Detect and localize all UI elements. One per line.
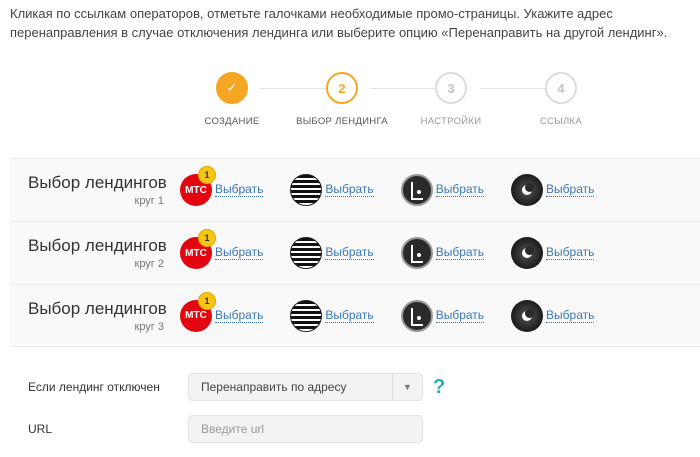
- round-subtitle: круг 3: [134, 320, 165, 333]
- redirect-select-value: Перенаправить по адресу: [201, 380, 347, 394]
- round-subtitle: круг 1: [134, 195, 165, 207]
- step-number: 2: [326, 72, 358, 104]
- select-link[interactable]: Выбрать: [546, 183, 595, 197]
- operator-beeline: Выбрать: [511, 174, 595, 206]
- operator-beeline: Выбрать: [511, 237, 595, 269]
- landing-rounds: Выбор лендингов круг 1 МТС 1 Выбрать Выб…: [10, 158, 700, 347]
- intro-text: Кликая по ссылкам операторов, отметьте г…: [10, 6, 668, 40]
- tele2-logo-icon: [400, 299, 433, 332]
- round-title: Выбор лендингов: [28, 236, 167, 255]
- step-label: СОЗДАНИЕ: [204, 116, 260, 127]
- beeline-logo-icon: [511, 237, 544, 269]
- select-link[interactable]: Выбрать: [546, 308, 595, 323]
- select-link[interactable]: Выбрать: [215, 183, 264, 197]
- round-title-block: Выбор лендингов круг 3: [10, 299, 180, 333]
- step-settings[interactable]: 3 НАСТРОЙКИ: [391, 72, 511, 127]
- mts-logo-text: МТС: [185, 247, 207, 259]
- count-badge: 1: [198, 229, 216, 247]
- select-link[interactable]: Выбрать: [325, 308, 374, 323]
- operator-tele2: Выбрать: [400, 174, 485, 206]
- url-input[interactable]: [188, 415, 423, 443]
- operator-mts: МТС 1 Выбрать: [180, 291, 264, 332]
- url-row: URL: [28, 415, 423, 443]
- disabled-landing-row: Если лендинг отключен Перенаправить по а…: [28, 373, 445, 401]
- help-icon[interactable]: ?: [433, 376, 445, 399]
- operator-striped: Выбрать: [290, 174, 374, 206]
- mts-logo-icon: МТС 1: [180, 166, 216, 206]
- step-label: ВЫБОР ЛЕНДИНГА: [296, 116, 388, 127]
- count-badge: 1: [198, 291, 216, 310]
- mts-logo-text: МТС: [185, 310, 207, 321]
- url-label: URL: [28, 422, 53, 436]
- round-title-block: Выбор лендингов круг 2: [10, 236, 180, 270]
- operator-striped: Выбрать: [290, 237, 374, 269]
- operator-tele2: Выбрать: [400, 237, 485, 269]
- checkmark-icon: ✓: [216, 72, 248, 104]
- operator-mts: МТС 1 Выбрать: [180, 229, 264, 269]
- select-link[interactable]: Выбрать: [435, 183, 485, 197]
- select-link[interactable]: Выбрать: [215, 246, 264, 260]
- step-label: ССЫЛКА: [539, 116, 583, 127]
- step-number: 4: [545, 72, 577, 104]
- round-row: Выбор лендингов круг 2 МТС 1 Выбрать Выб…: [10, 221, 700, 284]
- mts-logo-icon: МТС 1: [180, 291, 216, 332]
- step-creation[interactable]: ✓ СОЗДАНИЕ: [172, 72, 292, 127]
- beeline-logo-icon: [511, 174, 544, 206]
- beeline-logo-icon: [511, 299, 544, 332]
- step-link[interactable]: 4 ССЫЛКА: [501, 72, 621, 127]
- select-link[interactable]: Выбрать: [215, 308, 264, 323]
- operator-striped: Выбрать: [290, 299, 374, 332]
- step-landing-choice[interactable]: 2 ВЫБОР ЛЕНДИНГА: [282, 72, 402, 127]
- operator-beeline: Выбрать: [511, 299, 595, 332]
- round-row: Выбор лендингов круг 1 МТС 1 Выбрать Выб…: [10, 158, 700, 221]
- mts-logo-text: МТС: [185, 184, 207, 196]
- round-title: Выбор лендингов: [28, 298, 167, 318]
- progress-stepper: ✓ СОЗДАНИЕ 2 ВЫБОР ЛЕНДИНГА 3 НАСТРОЙКИ …: [0, 70, 700, 130]
- striped-logo-icon: [290, 237, 323, 269]
- mts-logo-icon: МТС 1: [180, 229, 216, 269]
- operator-tele2: Выбрать: [400, 299, 485, 332]
- tele2-logo-icon: [400, 237, 433, 269]
- striped-logo-icon: [290, 299, 323, 332]
- operator-mts: МТС 1 Выбрать: [180, 166, 264, 206]
- round-subtitle: круг 2: [134, 258, 165, 270]
- select-link[interactable]: Выбрать: [435, 246, 485, 260]
- round-title: Выбор лендингов: [28, 173, 167, 192]
- select-link[interactable]: Выбрать: [546, 246, 595, 260]
- dropdown-arrow-icon[interactable]: ▼: [392, 374, 422, 400]
- tele2-logo-icon: [400, 174, 433, 206]
- count-badge: 1: [198, 166, 216, 184]
- select-link[interactable]: Выбрать: [435, 308, 485, 323]
- round-row: Выбор лендингов круг 3 МТС 1 Выбрать Выб…: [10, 284, 700, 347]
- redirect-select[interactable]: Перенаправить по адресу ▼: [188, 373, 423, 401]
- striped-logo-icon: [290, 174, 323, 206]
- select-link[interactable]: Выбрать: [325, 183, 374, 197]
- select-link[interactable]: Выбрать: [325, 246, 374, 260]
- step-number: 3: [435, 72, 467, 104]
- disabled-landing-label: Если лендинг отключен: [28, 380, 160, 394]
- step-label: НАСТРОЙКИ: [420, 116, 482, 127]
- round-title-block: Выбор лендингов круг 1: [10, 173, 180, 207]
